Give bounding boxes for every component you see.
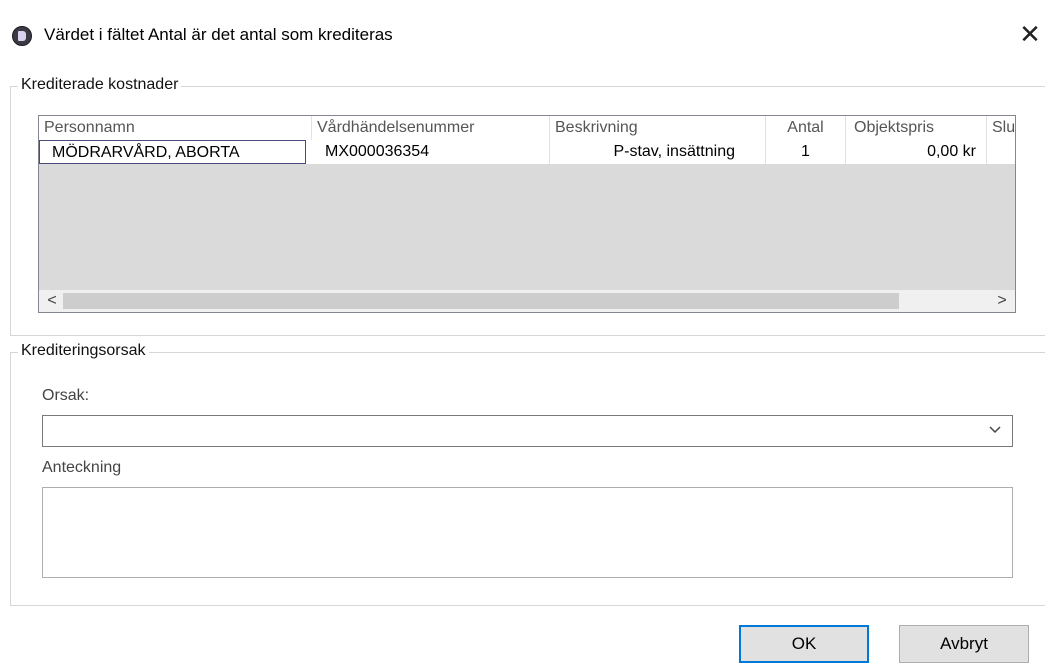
cell-antal[interactable]: 1 (766, 140, 846, 164)
credited-costs-legend: Krediterade kostnader (18, 76, 182, 94)
cell-vardhandelsenummer[interactable]: MX000036354 (312, 140, 550, 164)
column-header-personnamn[interactable]: Personnamn (39, 116, 312, 140)
chevron-down-icon[interactable] (988, 422, 1002, 439)
cell-beskrivning[interactable]: P-stav, insättning (550, 140, 766, 164)
cell-personnamn[interactable]: MÖDRARVÅRD, ABORTA (39, 140, 306, 164)
close-icon[interactable]: ✕ (1018, 20, 1042, 48)
reason-select[interactable] (42, 415, 1013, 447)
scroll-right-icon[interactable]: > (991, 290, 1013, 312)
table-row[interactable]: MÖDRARVÅRD, ABORTA MX000036354 P-stav, i… (39, 140, 1015, 164)
cell-objektspris[interactable]: 0,00 kr (846, 140, 987, 164)
credit-reason-legend: Krediteringsorsak (18, 342, 149, 360)
grid-header: Personnamn Vårdhändelsenummer Beskrivnin… (39, 116, 1015, 140)
column-header-vardhandelsenummer[interactable]: Vårdhändelsenummer (312, 116, 550, 140)
column-header-antal[interactable]: Antal (766, 116, 846, 140)
reason-label: Orsak: (42, 387, 90, 404)
window-title: Värdet i fältet Antal är det antal som k… (44, 25, 393, 44)
costs-grid[interactable]: Personnamn Vårdhändelsenummer Beskrivnin… (38, 115, 1016, 313)
cell-slu[interactable] (987, 140, 1015, 164)
ok-button[interactable]: OK (739, 625, 869, 663)
column-header-beskrivning[interactable]: Beskrivning (550, 116, 766, 140)
scroll-left-icon[interactable]: < (41, 290, 63, 312)
column-header-objektspris[interactable]: Objektspris (846, 116, 987, 140)
column-header-slu[interactable]: Slu (987, 116, 1015, 140)
note-label: Anteckning (42, 459, 122, 476)
scrollbar-thumb[interactable] (63, 293, 899, 309)
note-textarea[interactable] (42, 487, 1013, 578)
horizontal-scrollbar[interactable]: < > (39, 290, 1015, 312)
app-icon (12, 26, 32, 46)
cancel-button[interactable]: Avbryt (899, 625, 1029, 663)
